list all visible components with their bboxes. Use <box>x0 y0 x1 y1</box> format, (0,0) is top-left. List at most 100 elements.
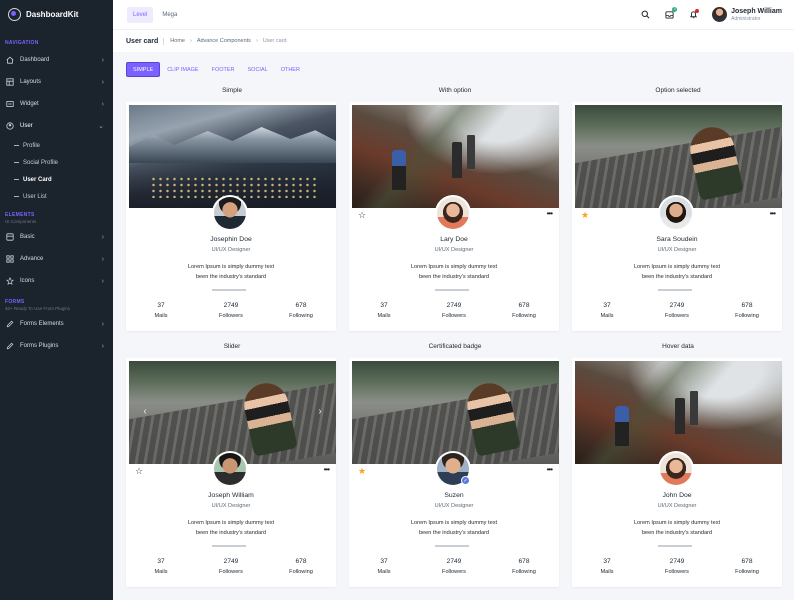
pencil-icon <box>6 342 14 350</box>
notification-badge <box>695 8 700 13</box>
sidebar-item-layouts[interactable]: Layouts › <box>0 71 113 93</box>
user-menu[interactable]: Joseph William Administrator <box>712 7 782 22</box>
sidebar-subitem-profile[interactable]: Profile <box>0 137 113 154</box>
card-name: Lary Doe <box>440 236 468 243</box>
avatar <box>658 451 694 487</box>
filter-tab-simple[interactable]: SIMPLE <box>126 62 161 77</box>
breadcrumb-current: User card <box>262 38 287 44</box>
section-title: Slider <box>223 343 241 350</box>
stat-mails-label: Mails <box>154 313 168 319</box>
sidebar-item-icons[interactable]: Icons › <box>0 270 113 292</box>
stat-following-label: Following <box>289 313 313 319</box>
cover-image <box>352 361 559 464</box>
filter-tabs: SIMPLE CLIP IMAGE FOOTER SOCIAL OTHER <box>126 62 307 77</box>
card-description: Lorem Ipsum is simply dummy text been the… <box>187 520 275 536</box>
card-description: Lorem Ipsum is simply dummy text been the… <box>187 264 275 280</box>
sidebar-subitem-user-card[interactable]: User Card <box>0 171 113 188</box>
user-icon <box>6 122 14 130</box>
sidebar: DashboardKit NAVIGATION Dashboard › Layo… <box>0 0 113 600</box>
filter-tab-other[interactable]: OTHER <box>275 62 306 77</box>
filter-tab-social[interactable]: SOCIAL <box>242 62 274 77</box>
dashboard-icon <box>6 56 14 64</box>
advance-icon <box>6 255 14 263</box>
sidebar-item-dashboard[interactable]: Dashboard › <box>0 49 113 71</box>
card-description: Lorem Ipsum is simply dummy text been the… <box>633 520 721 536</box>
card-name: Suzen <box>444 492 464 499</box>
section-title: With option <box>438 87 472 94</box>
divider <box>212 545 246 547</box>
verified-badge-icon: ✓ <box>461 476 470 485</box>
chevron-right-icon: › <box>101 100 104 108</box>
header-user-role: Administrator <box>731 15 761 22</box>
sidebar-item-label: Forms Elements <box>20 321 64 327</box>
user-card-certificated-badge: ★ ••• ✓ Suzen UI/UX Designer Lorem Ipsum… <box>349 358 559 587</box>
header-tab-mega[interactable]: Mega <box>156 7 183 23</box>
inbox-badge: 3 <box>672 6 678 12</box>
sidebar-subitem-social-profile[interactable]: Social Profile <box>0 154 113 171</box>
card-stats: 37 Mails 2749 Followers 678 Following <box>349 558 559 575</box>
breadcrumb-advance-components[interactable]: Advance Components <box>197 38 251 44</box>
more-options-icon[interactable]: ••• <box>547 465 553 474</box>
inbox-icon[interactable]: 3 <box>664 6 678 20</box>
forms-section-title: FORMS <box>5 299 25 305</box>
stat-followers-value: 2749 <box>223 558 239 565</box>
sidebar-item-label: Basic <box>20 234 35 240</box>
breadcrumb-home[interactable]: Home <box>170 38 185 44</box>
sidebar-item-forms-elements[interactable]: Forms Elements › <box>0 313 113 335</box>
section-title: Simple <box>222 87 242 94</box>
stat-following-value: 678 <box>741 302 753 309</box>
stat-followers-label: Followers <box>442 569 466 575</box>
avatar <box>212 195 248 231</box>
card-role: UI/UX Designer <box>434 247 474 253</box>
app-name: DashboardKit <box>26 10 79 19</box>
more-options-icon[interactable]: ••• <box>547 209 553 218</box>
sidebar-item-widget[interactable]: Widget › <box>0 93 113 115</box>
slider-prev-icon[interactable]: ‹ <box>141 405 149 417</box>
stat-following-value: 678 <box>295 558 307 565</box>
stat-mails-label: Mails <box>377 569 391 575</box>
card-description: Lorem Ipsum is simply dummy text been the… <box>410 264 498 280</box>
card-stats: 37 Mails 2749 Followers 678 Following <box>572 302 782 319</box>
card-stats: 37 Mails 2749 Followers 678 Following <box>572 558 782 575</box>
star-filled-icon[interactable]: ★ <box>580 210 590 220</box>
filter-tab-clip-image[interactable]: CLIP IMAGE <box>161 62 204 77</box>
sidebar-item-advance[interactable]: Advance › <box>0 248 113 270</box>
cover-image <box>129 105 336 208</box>
star-outline-icon[interactable]: ☆ <box>357 210 367 220</box>
stat-following-value: 678 <box>295 302 307 309</box>
slider-next-icon[interactable]: › <box>316 405 324 417</box>
filter-tab-footer[interactable]: FOOTER <box>206 62 241 77</box>
stat-followers-label: Followers <box>665 313 689 319</box>
stat-following-label: Following <box>735 569 759 575</box>
user-card-with-option: ☆ ••• Lary Doe UI/UX Designer Lorem Ipsu… <box>349 102 559 331</box>
brand[interactable]: DashboardKit <box>0 0 113 29</box>
header-tab-level[interactable]: Level <box>127 6 154 23</box>
divider <box>435 289 469 291</box>
user-card-slider: ‹ › ☆ ••• Joseph William UI/UX Designer … <box>126 358 336 587</box>
stat-mails-value: 37 <box>603 302 611 309</box>
star-outline-icon[interactable]: ☆ <box>134 466 144 476</box>
sidebar-item-user[interactable]: User ⌄ <box>0 115 113 137</box>
basic-icon <box>6 233 14 241</box>
more-options-icon[interactable]: ••• <box>770 209 776 218</box>
sidebar-item-forms-plugins[interactable]: Forms Plugins › <box>0 335 113 357</box>
stat-following-label: Following <box>735 313 759 319</box>
search-icon[interactable] <box>640 10 650 20</box>
stat-following-label: Following <box>512 569 536 575</box>
card-stats: 37 Mails 2749 Followers 678 Following <box>349 302 559 319</box>
sidebar-item-label: Dashboard <box>20 57 50 63</box>
card-role: UI/UX Designer <box>657 503 697 509</box>
avatar <box>435 195 471 231</box>
card-description: Lorem Ipsum is simply dummy text been the… <box>410 520 498 536</box>
layouts-icon <box>6 78 14 86</box>
user-card-option-selected: ★ ••• Sara Soudein UI/UX Designer Lorem … <box>572 102 782 331</box>
avatar: ✓ <box>435 451 471 487</box>
sidebar-subitem-user-list[interactable]: User List <box>0 188 113 205</box>
stat-followers-value: 2749 <box>223 302 239 309</box>
bell-icon[interactable] <box>688 8 700 20</box>
sidebar-item-basic[interactable]: Basic › <box>0 226 113 248</box>
more-options-icon[interactable]: ••• <box>324 465 330 474</box>
card-name: John Doe <box>662 492 692 499</box>
star-filled-icon[interactable]: ★ <box>357 466 367 476</box>
card-role: UI/UX Designer <box>434 503 474 509</box>
